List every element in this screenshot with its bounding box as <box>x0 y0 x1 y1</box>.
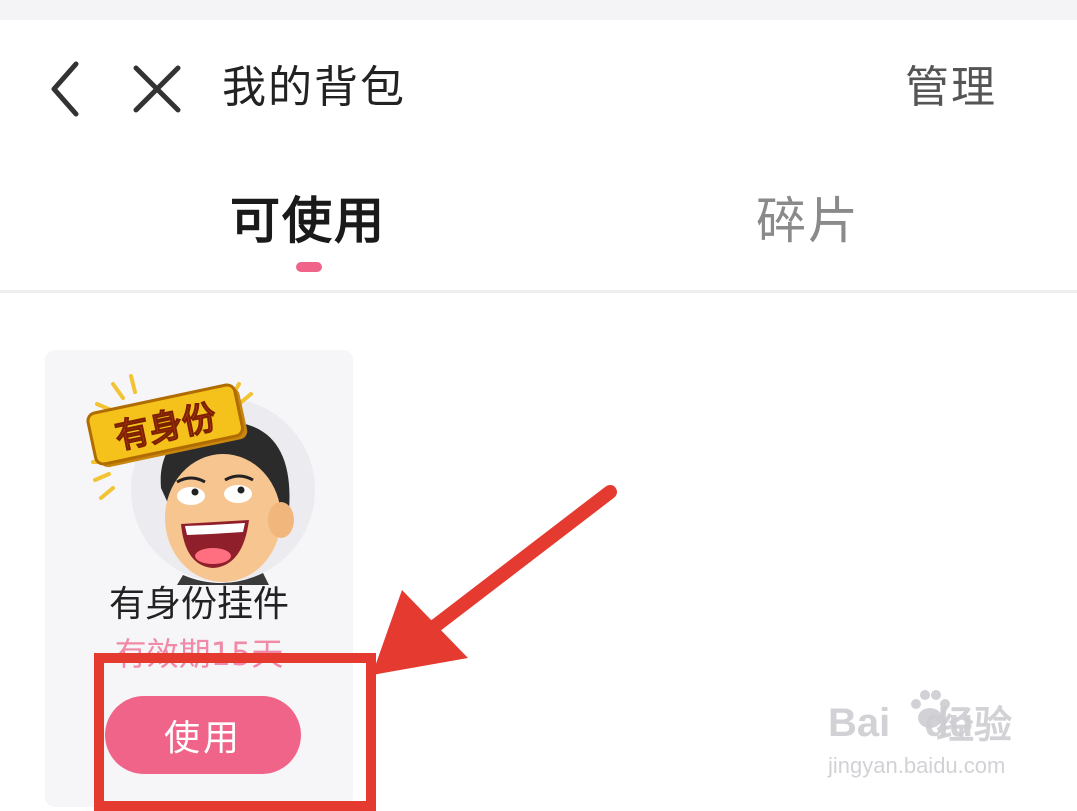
watermark-url: jingyan.baidu.com <box>828 753 1006 778</box>
page-title: 我的背包 <box>222 62 406 113</box>
identity-pendant-avatar: 有身份 <box>86 374 315 585</box>
active-tab-indicator <box>296 262 322 272</box>
item-name: 有身份挂件 <box>108 584 289 625</box>
tab-usable[interactable]: 可使用 <box>230 188 386 254</box>
baidu-watermark: Bai du 经验 jingyan.baidu.com <box>828 690 1023 785</box>
tab-fragments[interactable]: 碎片 <box>756 188 860 254</box>
back-button[interactable] <box>40 58 92 120</box>
chevron-left-icon <box>51 61 79 117</box>
nav-bar: 我的背包 管理 <box>0 20 1077 155</box>
status-bar-strip <box>0 0 1077 20</box>
close-button[interactable] <box>128 60 186 118</box>
watermark-brand-cn: 经验 <box>936 703 1013 747</box>
close-icon <box>133 65 181 113</box>
tab-divider <box>0 290 1077 293</box>
annotation-highlight-box <box>94 653 376 811</box>
manage-button[interactable]: 管理 <box>905 58 997 118</box>
annotation-arrow-icon <box>372 485 617 675</box>
